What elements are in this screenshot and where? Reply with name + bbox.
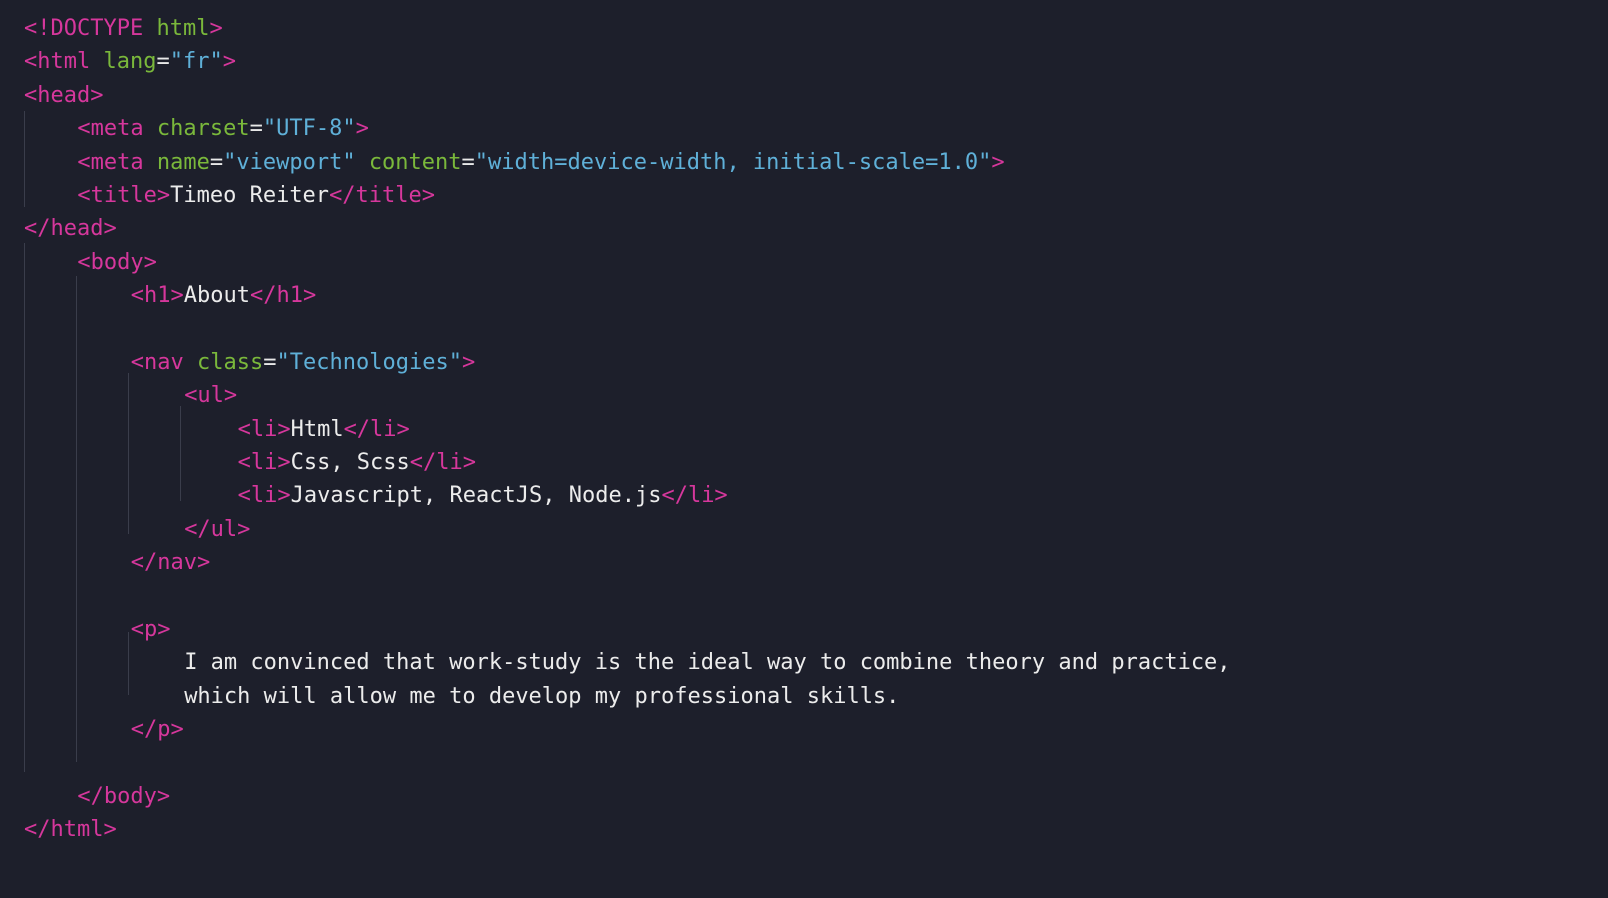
- code-line[interactable]: <nav class="Technologies">: [24, 346, 1608, 379]
- code-line[interactable]: <li>Css, Scss</li>: [24, 446, 1608, 479]
- code-line[interactable]: <meta charset="UTF-8">: [24, 112, 1608, 145]
- code-tag: <li>: [237, 483, 291, 509]
- code-text: I am convinced that work-study is the id…: [184, 650, 1231, 676]
- code-tag: </p>: [130, 717, 184, 743]
- code-tag: <nav: [130, 349, 198, 375]
- code-line[interactable]: which will allow me to develop my profes…: [24, 680, 1608, 713]
- code-attribute: lang: [103, 49, 157, 75]
- code-line[interactable]: <html lang="fr">: [24, 45, 1608, 78]
- code-line[interactable]: [24, 313, 1608, 346]
- code-tag: <h1>: [130, 283, 184, 309]
- code-punctuation: =: [249, 116, 263, 142]
- code-tag: </ul>: [184, 516, 251, 542]
- code-text: Timeo Reiter: [170, 182, 330, 208]
- code-tag: <head>: [24, 82, 104, 108]
- code-tag: >: [461, 349, 476, 375]
- code-tag: <ul>: [184, 383, 238, 409]
- code-line[interactable]: <title>Timeo Reiter</title>: [24, 179, 1608, 212]
- code-line[interactable]: <meta name="viewport" content="width=dev…: [24, 146, 1608, 179]
- code-line[interactable]: <!DOCTYPE html>: [24, 12, 1608, 45]
- code-punctuation: =: [461, 149, 475, 175]
- code-line[interactable]: </nav>: [24, 546, 1608, 579]
- code-editor[interactable]: <!DOCTYPE html> <html lang="fr"> <head> <me…: [0, 0, 1608, 898]
- code-text: which will allow me to develop my profes…: [184, 683, 900, 709]
- code-line[interactable]: <body>: [24, 246, 1608, 279]
- code-attribute: html: [156, 16, 210, 41]
- code-attribute: name: [156, 149, 210, 175]
- code-line[interactable]: <ul>: [24, 379, 1608, 412]
- code-text: About: [183, 283, 251, 309]
- code-tag: </h1>: [250, 283, 317, 309]
- code-line[interactable]: </html>: [24, 813, 1608, 846]
- code-tag: <!DOCTYPE: [24, 16, 157, 41]
- code-tag: </head>: [24, 216, 117, 242]
- code-string: "width=device-width, initial-scale=1.0": [474, 149, 992, 175]
- code-tag: </li>: [409, 450, 477, 476]
- code-tag: >: [991, 149, 1005, 175]
- code-text: Html: [290, 416, 344, 442]
- code-tag: </li>: [661, 483, 728, 509]
- code-line[interactable]: <head>: [24, 79, 1608, 112]
- code-string: "viewport": [223, 149, 356, 175]
- code-line[interactable]: <li>Javascript, ReactJS, Node.js</li>: [24, 479, 1608, 512]
- code-punctuation: =: [209, 149, 224, 175]
- code-line[interactable]: [24, 580, 1608, 613]
- code-lines[interactable]: <!DOCTYPE html> <html lang="fr"> <head> <me…: [24, 12, 1608, 847]
- code-tag: <meta: [77, 116, 157, 142]
- code-tag: >: [209, 16, 223, 41]
- code-punctuation: [356, 150, 369, 175]
- code-text: Css, Scss: [290, 450, 410, 476]
- code-line[interactable]: </body>: [24, 780, 1608, 813]
- code-tag: </nav>: [130, 550, 211, 576]
- code-line[interactable]: [24, 747, 1608, 780]
- code-tag: <li>: [237, 450, 291, 476]
- code-tag: >: [355, 116, 369, 142]
- code-tag: </title>: [329, 182, 436, 208]
- code-tag: <title>: [77, 182, 171, 208]
- code-attribute: class: [197, 349, 264, 375]
- code-punctuation: =: [263, 349, 277, 375]
- code-text: Javascript, ReactJS, Node.js: [290, 483, 662, 509]
- code-tag: </li>: [343, 416, 410, 442]
- code-tag: >: [222, 49, 236, 75]
- code-string: "Technologies": [276, 349, 462, 375]
- code-line[interactable]: </ul>: [24, 513, 1608, 546]
- code-line[interactable]: <h1>About</h1>: [24, 279, 1608, 312]
- code-line[interactable]: I am convinced that work-study is the id…: [24, 646, 1608, 679]
- code-tag: <li>: [237, 416, 291, 442]
- code-tag: </body>: [77, 783, 171, 809]
- code-tag: <html: [24, 49, 104, 75]
- code-string: "fr": [169, 49, 223, 75]
- code-attribute: charset: [156, 116, 250, 142]
- code-line[interactable]: </head>: [24, 212, 1608, 245]
- code-tag: </html>: [24, 817, 117, 843]
- code-attribute: content: [368, 149, 462, 175]
- code-tag: <body>: [77, 249, 157, 275]
- code-punctuation: =: [156, 49, 170, 75]
- code-string: "UTF-8": [262, 116, 356, 142]
- code-tag: <p>: [130, 617, 171, 643]
- code-line[interactable]: </p>: [24, 713, 1608, 746]
- code-line[interactable]: <p>: [24, 613, 1608, 646]
- code-line[interactable]: <li>Html</li>: [24, 413, 1608, 446]
- code-tag: <meta: [77, 149, 157, 175]
